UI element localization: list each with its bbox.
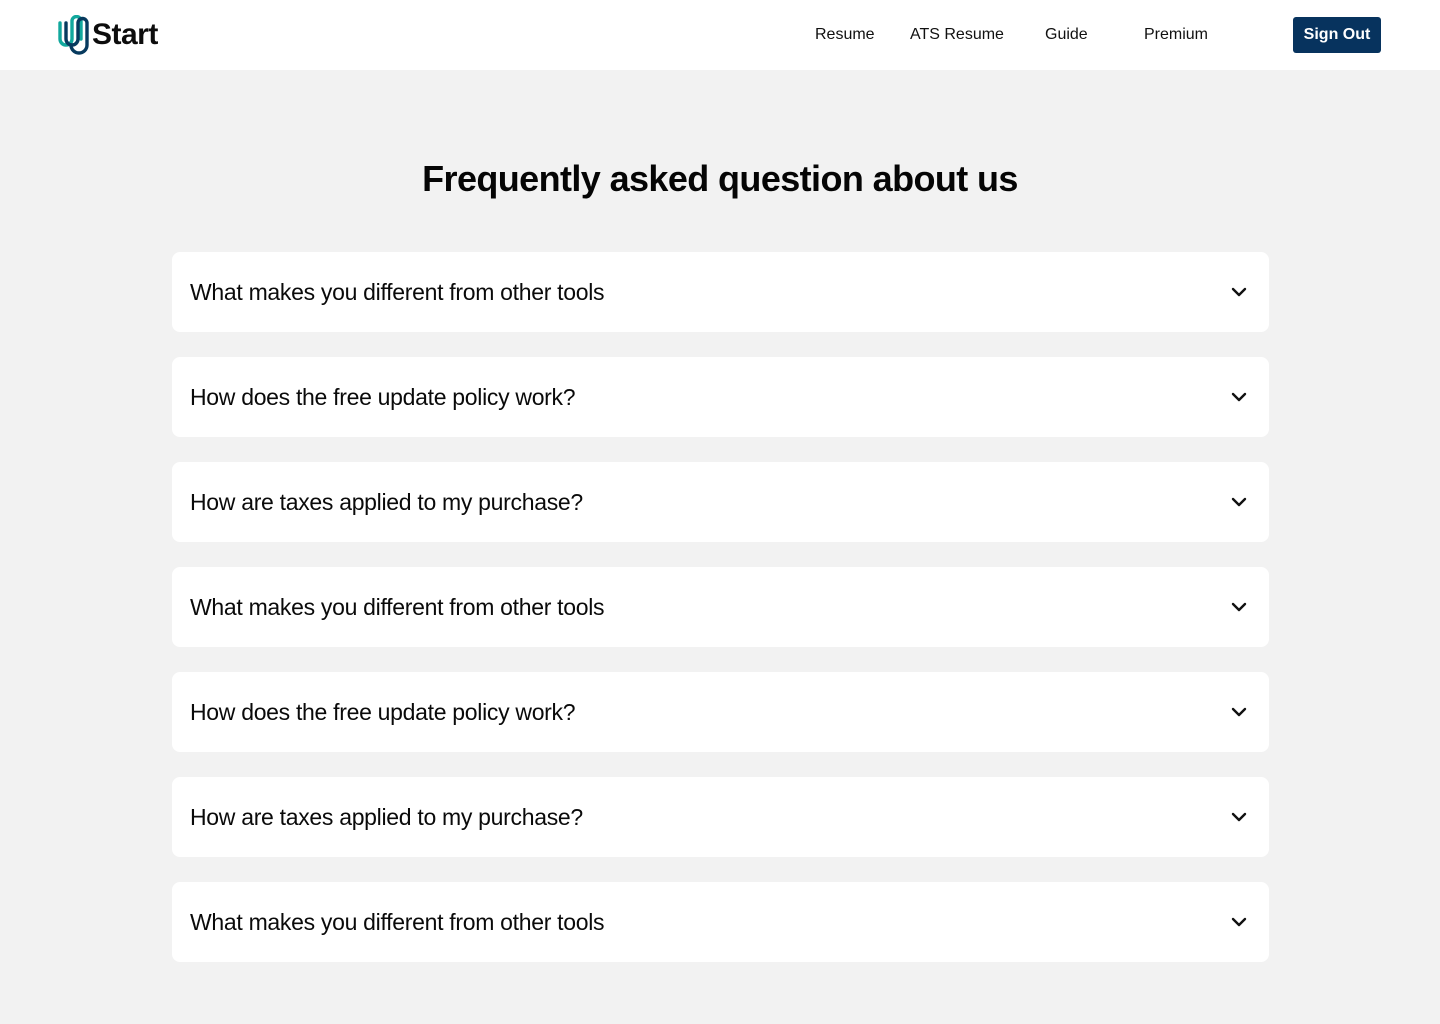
chevron-down-icon[interactable] [1231, 287, 1247, 297]
faq-question: What makes you different from other tool… [190, 278, 605, 305]
faq-item[interactable]: How does the free update policy work? [172, 357, 1269, 437]
faq-item[interactable]: What makes you different from other tool… [172, 567, 1269, 647]
faq-question: How does the free update policy work? [190, 698, 576, 725]
faq-item[interactable]: How are taxes applied to my purchase? [172, 462, 1269, 542]
chevron-down-icon[interactable] [1231, 602, 1247, 612]
faq-question: How are taxes applied to my purchase? [190, 488, 583, 515]
chevron-down-icon[interactable] [1231, 812, 1247, 822]
nav-guide[interactable]: Guide [1045, 25, 1088, 45]
faq-question: What makes you different from other tool… [190, 908, 605, 935]
logo[interactable]: Start [57, 14, 158, 56]
nav-ats-resume[interactable]: ATS Resume [910, 25, 1004, 45]
faq-question: What makes you different from other tool… [190, 593, 605, 620]
faq-question: How does the free update policy work? [190, 383, 576, 410]
top-navbar: Start Resume ATS Resume Guide Premium Si… [0, 0, 1440, 70]
chevron-down-icon[interactable] [1231, 707, 1247, 717]
logo-text: Start [92, 18, 158, 51]
faq-item[interactable]: How does the free update policy work? [172, 672, 1269, 752]
faq-title: Frequently asked question about us [422, 158, 1018, 199]
chevron-down-icon[interactable] [1231, 917, 1247, 927]
chevron-down-icon[interactable] [1231, 497, 1247, 507]
faq-list: What makes you different from other tool… [172, 252, 1269, 987]
faq-item[interactable]: What makes you different from other tool… [172, 252, 1269, 332]
faq-item[interactable]: What makes you different from other tool… [172, 882, 1269, 962]
nav-resume[interactable]: Resume [815, 25, 875, 45]
u-logo-icon [58, 15, 89, 55]
nav-premium[interactable]: Premium [1144, 25, 1208, 45]
faq-item[interactable]: How are taxes applied to my purchase? [172, 777, 1269, 857]
faq-question: How are taxes applied to my purchase? [190, 803, 583, 830]
sign-out-button[interactable]: Sign Out [1293, 17, 1381, 53]
chevron-down-icon[interactable] [1231, 392, 1247, 402]
